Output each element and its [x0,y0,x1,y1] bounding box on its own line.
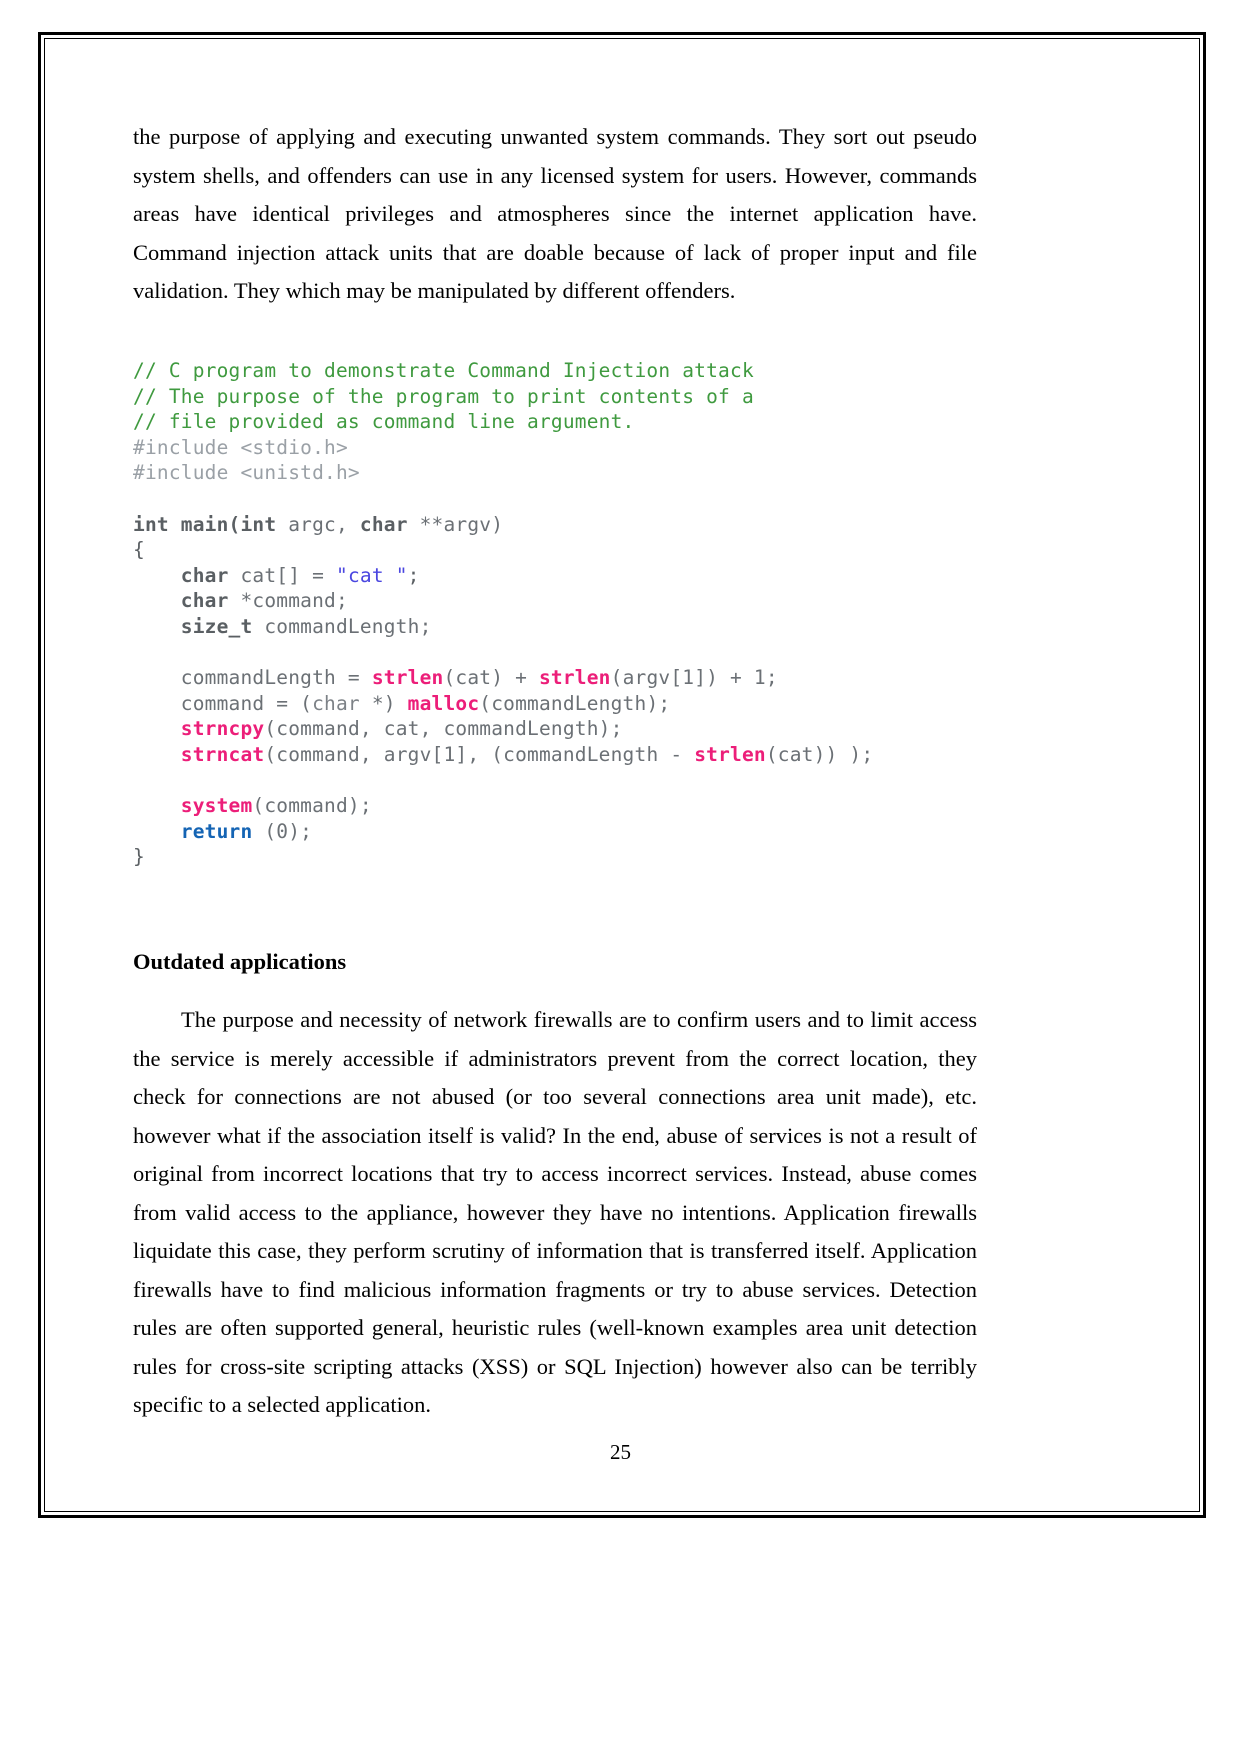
code-token-identifier: **argv) [407,512,504,536]
code-line-10: char *command; [133,588,977,614]
spacer-after-code [133,921,977,947]
code-token-comment: // The purpose of the program to print c… [133,384,754,408]
code-line-3: // file provided as command line argumen… [133,409,977,435]
code-token-identifier: (command, cat, commandLength); [264,717,623,741]
paragraph-outdated-applications: The purpose and necessity of network fir… [133,1007,977,1418]
code-token-function: malloc [407,691,480,715]
page-content: the purpose of applying and executing un… [133,118,977,1425]
code-token-brace: } [133,845,145,869]
code-token-identifier: (command, argv[1], (commandLength - [264,743,695,766]
code-token-keyword: int [240,512,277,536]
code-token-identifier: (command); [252,794,372,818]
heading-outdated-applications: Outdated applications [133,949,347,975]
code-token-identifier: commandLength; [252,615,432,639]
code-line-20: } [133,844,977,870]
code-token-preprocessor: #include <unistd.h> [133,461,360,485]
code-token-identifier: *) [359,691,408,715]
code-line-11: size_t commandLength; [133,614,977,640]
code-token-comment: // C program to demonstrate Command Inje… [133,359,754,383]
code-line-8: { [133,537,977,563]
code-token-function: strlen [538,666,611,690]
code-token-keyword: char [312,691,360,715]
code-line-13: commandLength = strlen(cat) + strlen(arg… [133,665,977,691]
document-page: the purpose of applying and executing un… [0,0,1241,1754]
code-line-19: return (0); [133,819,977,845]
code-line-2: // The purpose of the program to print c… [133,384,977,410]
code-line-15: strncpy(command, cat, commandLength); [133,716,977,742]
code-line-9: char cat[] = "cat "; [133,563,977,589]
code-token-function: strlen [371,666,444,690]
code-token-identifier: (0); [252,819,313,843]
spacer-before-code [133,311,977,333]
code-line-17-blank [133,768,977,794]
code-line-7: int main(int argc, char **argv) [133,512,977,538]
code-token-identifier: (cat) + [443,666,539,690]
code-token-function: strncat [180,743,265,766]
code-line-6-blank [133,486,977,512]
code-token-function: strncpy [180,717,265,741]
code-token-identifier: cat[] = [228,563,336,587]
code-token-identifier: (cat)) ); [765,743,874,766]
code-block-command-injection: // C program to demonstrate Command Inje… [133,333,977,922]
code-token-keyword: size_t [180,615,253,639]
code-line-16: strncat(command, argv[1], (commandLength… [133,742,977,768]
code-token-identifier: command = ( [180,691,313,715]
paragraph-command-injection: the purpose of applying and executing un… [133,124,977,303]
code-token-brace: { [133,538,145,562]
code-token-identifier: *command; [228,589,348,613]
code-token-identifier: commandLength = [180,666,372,690]
code-token-keyword: char [180,589,229,613]
page-number: 25 [610,1440,631,1464]
code-line-12-blank [133,640,977,666]
code-token-keyword: int [133,512,169,536]
code-line-4: #include <stdio.h> [133,435,977,461]
code-token-preprocessor: #include <stdio.h> [133,435,348,459]
code-token-identifier: argc, [276,512,360,536]
code-token-identifier: (commandLength); [479,691,671,715]
code-token-string: "cat " [336,563,408,587]
code-token-semicolon: ; [407,563,420,587]
code-token-keyword: char [359,512,408,536]
code-line-5: #include <unistd.h> [133,460,977,486]
code-line-1: // C program to demonstrate Command Inje… [133,358,977,384]
code-token-function-name: main( [168,512,241,536]
code-token-identifier: (argv[1]) + 1; [610,666,778,690]
code-token-function: strlen [694,743,766,766]
code-line-18: system(command); [133,793,977,819]
code-token-return-keyword: return [180,819,253,843]
code-line-14: command = (char *) malloc(commandLength)… [133,691,977,717]
code-token-comment: // file provided as command line argumen… [133,410,635,434]
spacer-after-heading [133,977,977,1001]
code-token-function: system [180,794,253,818]
code-token-keyword: char [180,563,229,587]
